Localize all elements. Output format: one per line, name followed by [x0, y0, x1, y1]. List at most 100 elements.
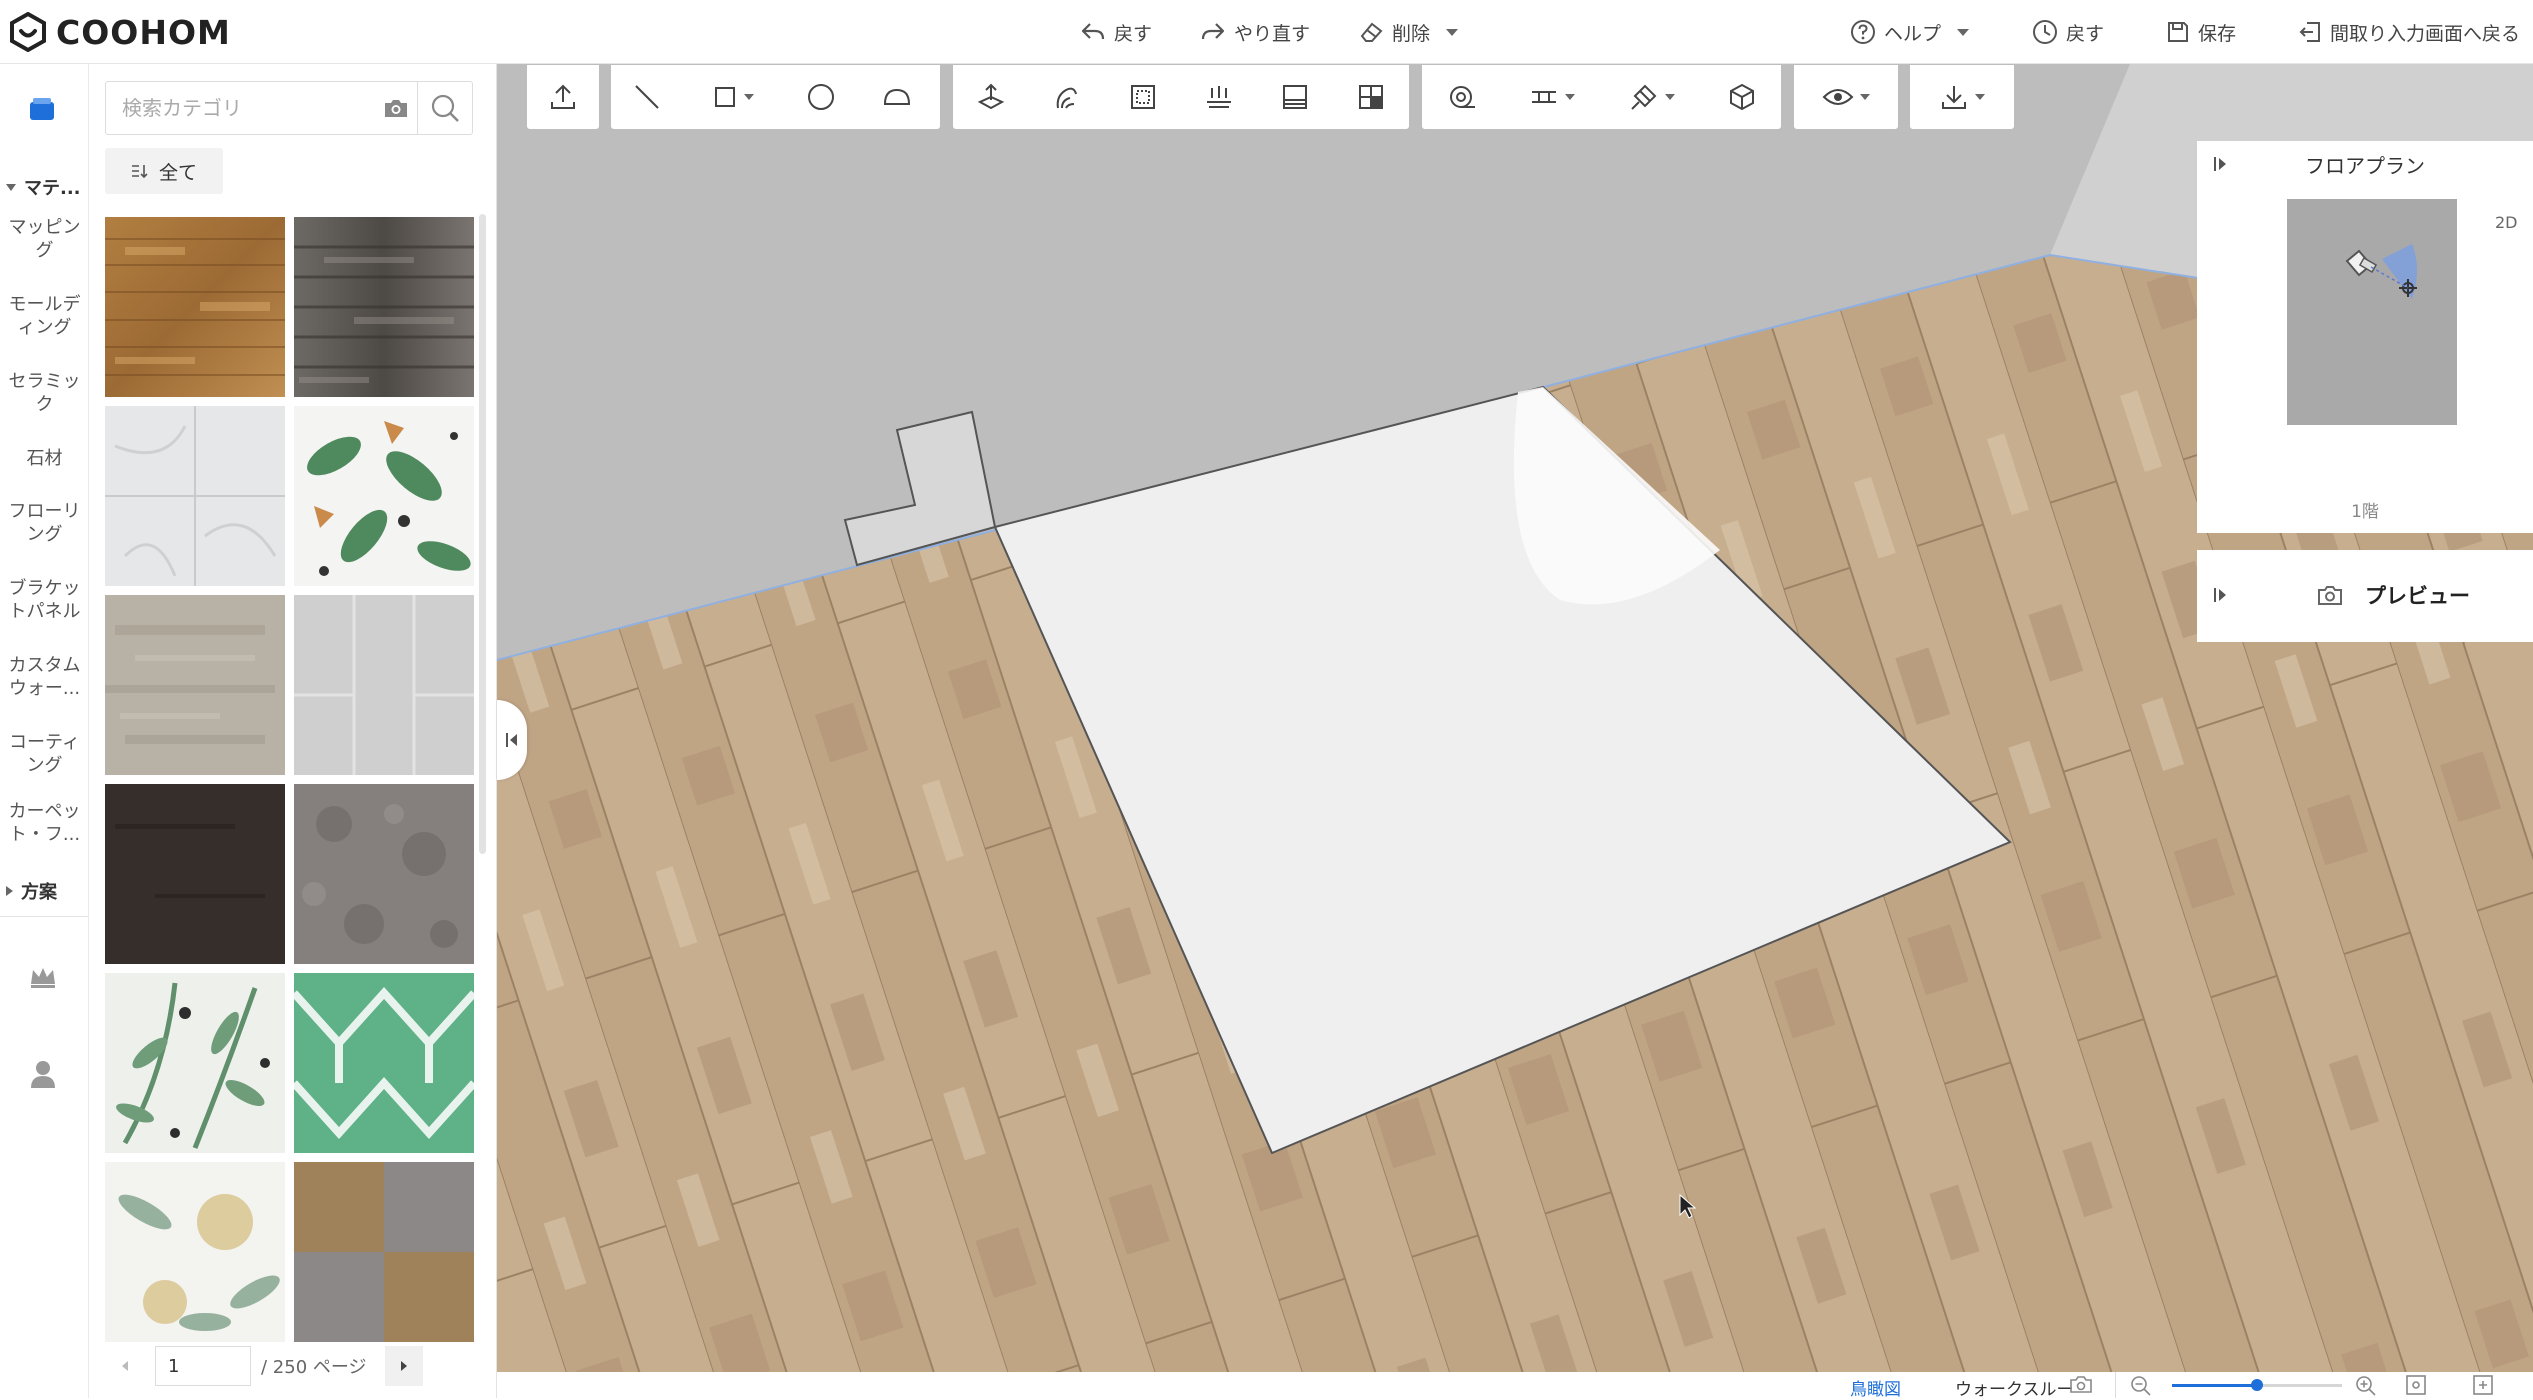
- fit-view-icon: [2406, 1375, 2426, 1395]
- zoom-in-button[interactable]: [2354, 1374, 2378, 1396]
- back-to-floorplan-button[interactable]: 間取り入力画面へ戻る: [2298, 14, 2520, 50]
- top-bar: COOHOM 戻す やり直す 削除 ヘルプ 戻す 保存 間取り入力画面へ戻る: [0, 0, 2533, 64]
- circle-tool[interactable]: [783, 65, 859, 129]
- search-button[interactable]: [418, 82, 472, 134]
- rail-item-carpet[interactable]: カーペット・フ...: [0, 800, 89, 846]
- zoom-slider[interactable]: [2172, 1379, 2342, 1391]
- rail-item-molding[interactable]: モールディング: [0, 293, 89, 339]
- camera-icon: [384, 100, 407, 117]
- rail-item-coating[interactable]: コーティング: [0, 731, 89, 777]
- redo-button[interactable]: やり直す: [1200, 14, 1310, 50]
- visibility-tool[interactable]: [1794, 65, 1898, 129]
- image-search-button[interactable]: [374, 82, 418, 134]
- bottom-divider: [2115, 1372, 2116, 1398]
- materials-group[interactable]: マテ...: [0, 172, 89, 202]
- catalog-scrollbar[interactable]: [479, 214, 486, 854]
- save-button[interactable]: 保存: [2166, 14, 2236, 50]
- zoom-in-icon: [2356, 1376, 2376, 1396]
- material-tile[interactable]: [294, 595, 474, 775]
- rail-item-custom-wall[interactable]: カスタムウォー...: [0, 654, 89, 700]
- triangle-right-icon: [6, 886, 13, 896]
- material-tile[interactable]: [105, 784, 285, 964]
- collapse-left-icon: [506, 733, 517, 747]
- paint-tool[interactable]: [1602, 65, 1702, 129]
- delete-button[interactable]: 削除: [1358, 14, 1459, 50]
- zoom-slider-handle[interactable]: [2251, 1379, 2263, 1391]
- camera-icon: [2070, 1376, 2092, 1393]
- search-input[interactable]: [106, 82, 374, 134]
- exit-icon: [2299, 22, 2320, 42]
- redo-label: やり直す: [1234, 22, 1311, 45]
- materials-tab[interactable]: [22, 92, 62, 128]
- catalog-search: [105, 81, 473, 135]
- panel-tool[interactable]: [1257, 65, 1333, 129]
- material-tile[interactable]: [105, 406, 285, 586]
- preview-title: プレビュー: [2365, 584, 2470, 608]
- line-tool[interactable]: [611, 65, 683, 129]
- push-pull-tool[interactable]: [953, 65, 1029, 129]
- tape-measure-tool[interactable]: [1422, 65, 1502, 129]
- help-button[interactable]: ヘルプ: [1850, 14, 1970, 50]
- logo-hexagon-icon: [10, 12, 46, 52]
- material-swatch-granite-gray: [294, 784, 474, 964]
- back-to-floorplan-label: 間取り入力画面へ戻る: [2330, 22, 2521, 45]
- material-tile[interactable]: [105, 1162, 285, 1342]
- rail-item-bracket-panel[interactable]: ブラケットパネル: [0, 577, 89, 623]
- floorplan-panel: フロアプラン 2D 1階: [2197, 141, 2533, 533]
- history-button[interactable]: 戻す: [2032, 14, 2104, 50]
- view-mode-toggle[interactable]: 2D: [2495, 213, 2518, 232]
- material-tile[interactable]: [294, 973, 474, 1153]
- rail-item-flooring[interactable]: フローリング: [0, 500, 89, 546]
- scheme-group[interactable]: 方案: [0, 876, 89, 906]
- material-split-tool[interactable]: [1333, 65, 1409, 129]
- rectangle-tool[interactable]: [683, 65, 783, 129]
- account-button[interactable]: [29, 1059, 57, 1089]
- sweep-tool[interactable]: [1029, 65, 1105, 129]
- material-tile[interactable]: [105, 973, 285, 1153]
- material-tile[interactable]: [105, 595, 285, 775]
- offset-tool[interactable]: [1105, 65, 1181, 129]
- arc-icon: [883, 88, 911, 105]
- material-tile[interactable]: [294, 784, 474, 964]
- circle-icon: [808, 84, 834, 110]
- tool-group-edit: [953, 65, 1409, 129]
- crown-icon: [31, 968, 55, 988]
- premium-button[interactable]: [28, 964, 58, 990]
- page-number-input[interactable]: [155, 1346, 251, 1386]
- birdseye-view-tab[interactable]: 鳥瞰図: [1850, 1375, 1901, 1400]
- screenshot-button[interactable]: [2069, 1374, 2093, 1394]
- all-filter-button[interactable]: 全て: [105, 148, 224, 194]
- preview-button[interactable]: プレビュー: [2317, 580, 2470, 610]
- download-tool[interactable]: [1910, 65, 2014, 129]
- arc-tool[interactable]: [859, 65, 935, 129]
- triangle-down-icon: [6, 183, 16, 191]
- floorplan-minimap[interactable]: [2287, 199, 2457, 425]
- material-swatch-wood-gray: [294, 217, 474, 397]
- undo-button[interactable]: 戻す: [1080, 14, 1152, 50]
- material-tile[interactable]: [294, 1162, 474, 1342]
- material-tile[interactable]: [294, 217, 474, 397]
- rail-item-stone[interactable]: 石材: [0, 447, 89, 470]
- walkthrough-view-tab[interactable]: ウォークスルー: [1955, 1375, 2074, 1400]
- align-tool[interactable]: [1181, 65, 1257, 129]
- floor-label[interactable]: 1階: [2197, 497, 2533, 522]
- rectangle-icon: [715, 87, 735, 107]
- fullscreen-button[interactable]: [2472, 1374, 2496, 1396]
- rail-item-mapping[interactable]: マッピング: [0, 216, 89, 262]
- material-tile[interactable]: [294, 406, 474, 586]
- rail-item-ceramic[interactable]: セラミック: [0, 370, 89, 416]
- next-page-button[interactable]: [384, 1346, 423, 1386]
- material-tile[interactable]: [105, 217, 285, 397]
- component-tool[interactable]: [1702, 65, 1781, 129]
- panel-icon: [1283, 85, 1307, 109]
- preview-collapse-button[interactable]: [2213, 586, 2229, 604]
- material-swatch-dark-brown: [105, 784, 285, 964]
- delete-label: 削除: [1392, 22, 1431, 45]
- upload-tool[interactable]: [527, 65, 599, 129]
- coohom-logo[interactable]: COOHOM: [8, 12, 231, 52]
- zoom-out-button[interactable]: [2129, 1374, 2153, 1396]
- prev-page-button[interactable]: [105, 1346, 145, 1386]
- fit-view-button[interactable]: [2405, 1374, 2429, 1396]
- bottom-bar: 鳥瞰図 ウォークスルー: [497, 1372, 2533, 1400]
- dimension-tool[interactable]: [1502, 65, 1602, 129]
